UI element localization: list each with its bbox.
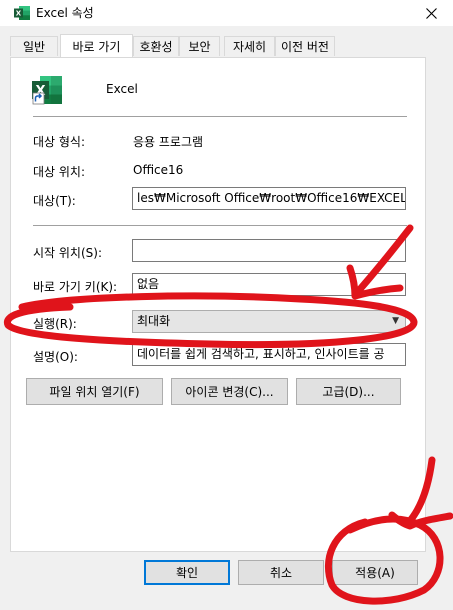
shortcut-panel: X Excel 대상 형식: 응용 프로그램 대상 위치: Office16 대… <box>10 57 426 552</box>
open-file-location-button[interactable]: 파일 위치 열기(F) <box>26 378 163 405</box>
close-icon <box>425 7 437 19</box>
target-label: 대상(T): <box>33 194 76 208</box>
start-in-input[interactable] <box>132 239 406 262</box>
tab-general[interactable]: 일반 <box>10 36 58 56</box>
target-type-value: 응용 프로그램 <box>133 135 204 149</box>
advanced-button[interactable]: 고급(D)... <box>296 378 401 405</box>
window-title: Excel 속성 <box>36 6 94 20</box>
divider <box>33 225 407 226</box>
divider <box>33 116 407 117</box>
tab-details[interactable]: 자세히 <box>224 36 275 56</box>
ok-button[interactable]: 확인 <box>144 560 230 585</box>
run-label: 실행(R): <box>33 317 77 331</box>
tab-security[interactable]: 보안 <box>179 36 220 56</box>
close-button[interactable] <box>409 0 453 26</box>
tab-compatibility[interactable]: 호환성 <box>133 36 179 56</box>
target-location-label: 대상 위치: <box>33 165 86 179</box>
run-select-value: 최대화 <box>137 314 171 328</box>
excel-icon: X <box>14 6 30 20</box>
cancel-button[interactable]: 취소 <box>238 560 324 585</box>
tab-previous-versions[interactable]: 이전 버전 <box>275 36 335 56</box>
excel-app-icon: X <box>32 76 62 105</box>
start-in-label: 시작 위치(S): <box>33 246 102 260</box>
title-bar: X Excel 속성 <box>0 0 453 26</box>
shortcut-key-input[interactable]: 없음 <box>132 273 406 296</box>
target-input[interactable]: les₩Microsoft Office₩root₩Office16₩EXCEL… <box>132 187 406 210</box>
change-icon-button[interactable]: 아이콘 변경(C)... <box>171 378 288 405</box>
run-select[interactable]: 최대화 ▼ <box>132 310 406 333</box>
chevron-down-icon: ▼ <box>392 316 399 326</box>
apply-button[interactable]: 적용(A) <box>332 560 418 585</box>
svg-text:X: X <box>16 10 22 18</box>
properties-window: X Excel 속성 일반 바로 가기 호환성 보안 자세히 이전 버전 X E… <box>0 0 453 610</box>
shortcut-key-label: 바로 가기 키(K): <box>33 280 118 294</box>
comment-label: 설명(O): <box>33 350 78 364</box>
comment-input[interactable]: 데이터를 쉽게 검색하고, 표시하고, 인사이트를 공 <box>132 343 406 366</box>
tab-shortcut[interactable]: 바로 가기 <box>60 34 133 57</box>
app-name: Excel <box>106 82 138 96</box>
target-location-value: Office16 <box>133 163 184 177</box>
target-type-label: 대상 형식: <box>33 135 86 149</box>
